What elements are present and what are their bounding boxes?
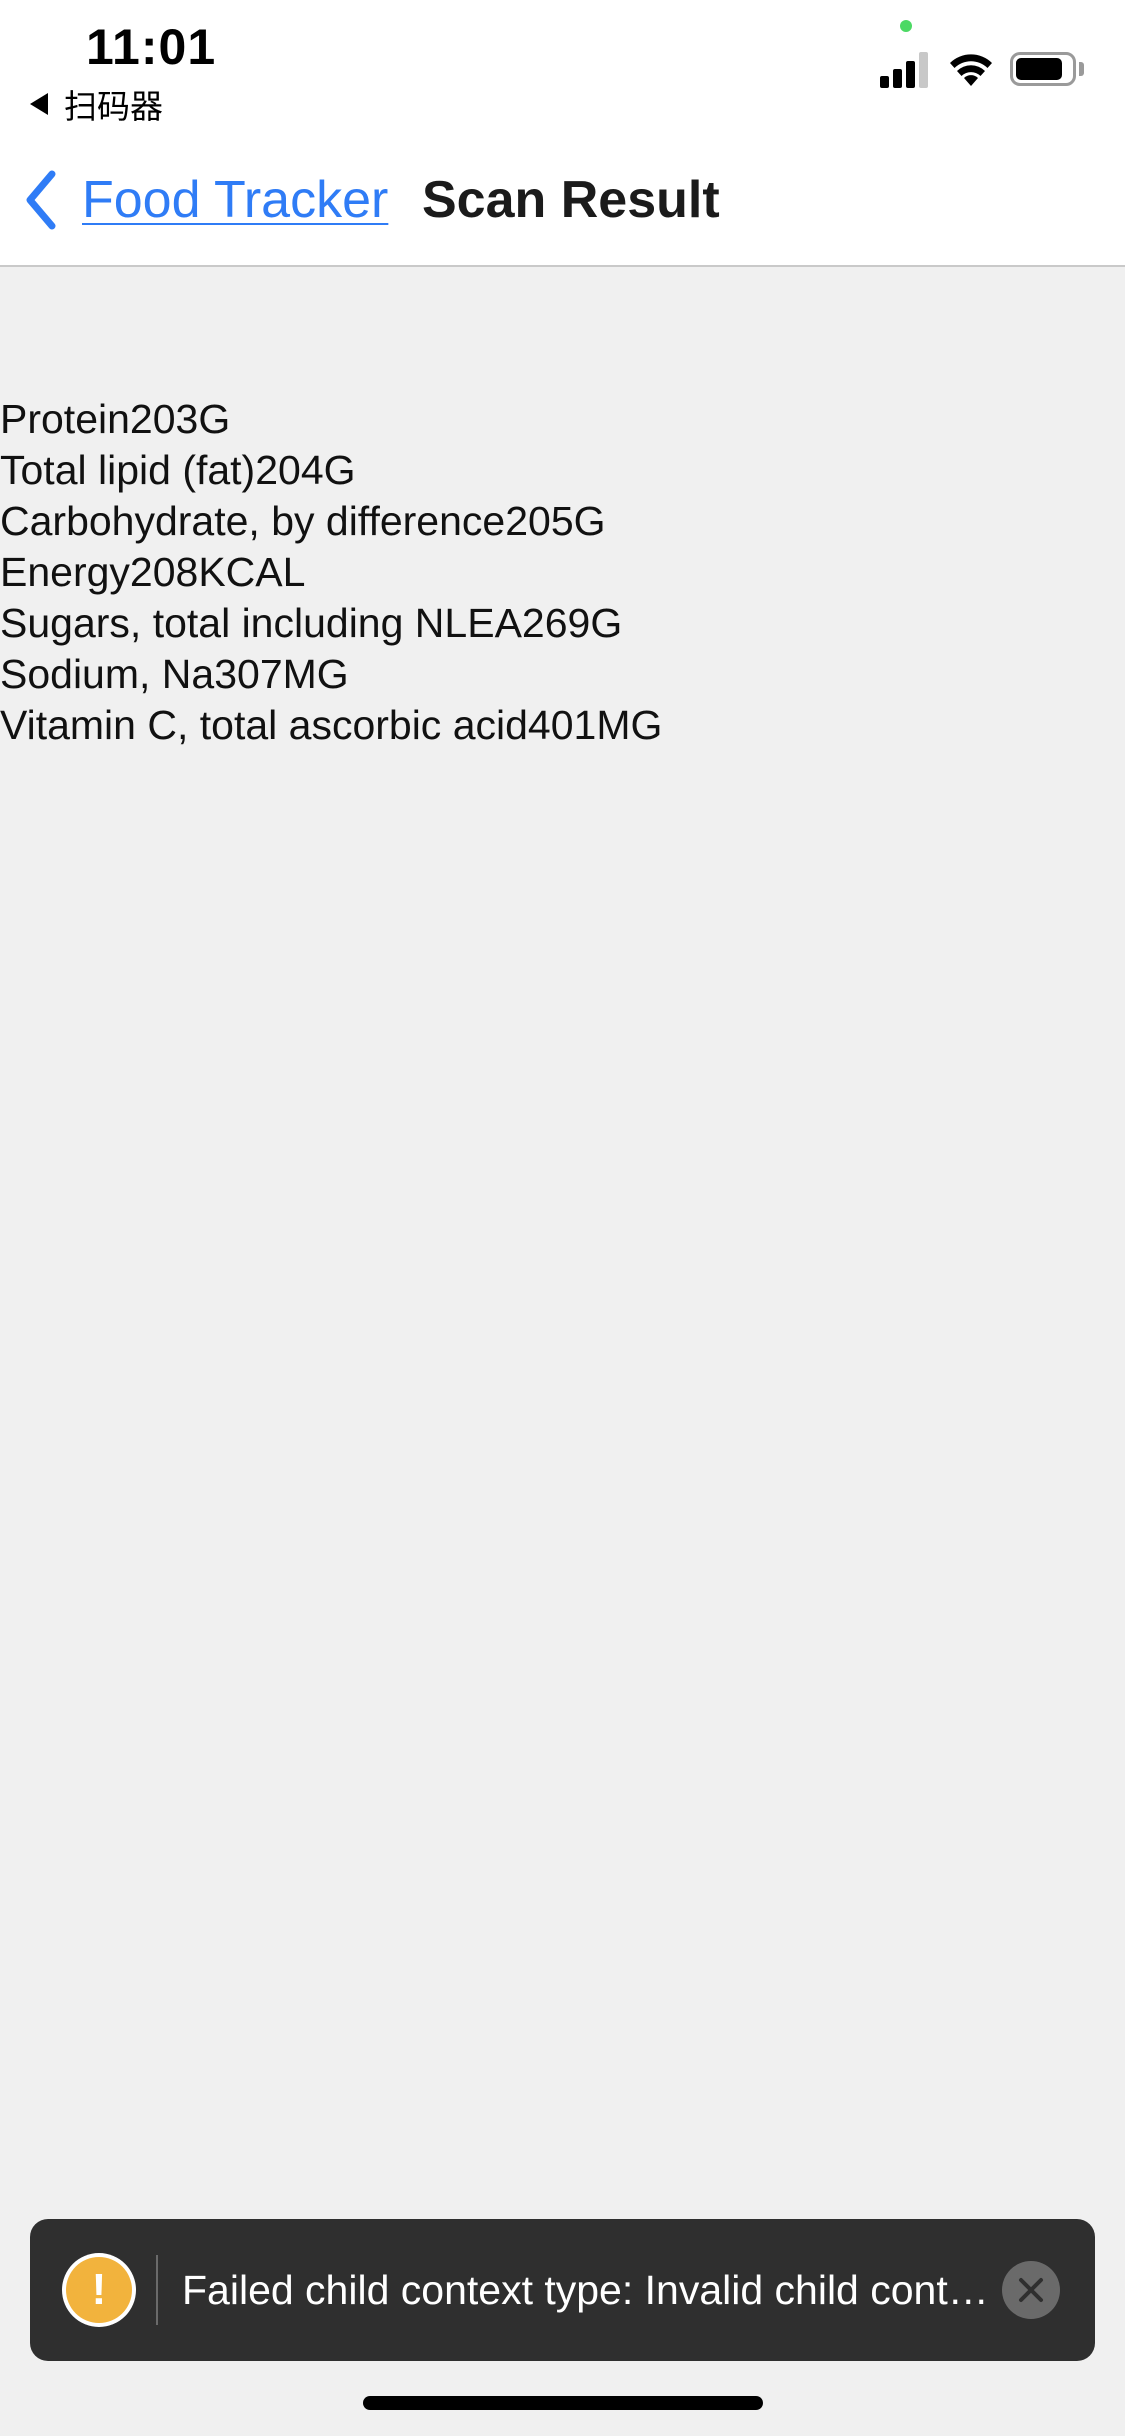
nutrient-row-sugars: Sugars, total including NLEA269G — [0, 600, 623, 646]
warning-icon: ! — [66, 2257, 132, 2323]
page-title: Scan Result — [422, 171, 720, 229]
status-time: 11:01 — [86, 19, 217, 75]
chevron-left-icon — [26, 170, 56, 230]
wifi-icon — [950, 54, 992, 86]
back-triangle-icon — [30, 93, 48, 115]
navigation-bar: Food Tracker Scan Result — [0, 140, 1125, 267]
home-indicator[interactable] — [363, 2396, 763, 2410]
nav-back-label: Food Tracker — [82, 171, 389, 229]
nutrient-row-sodium: Sodium, Na307MG — [0, 651, 349, 697]
toast-close-button[interactable] — [1002, 2261, 1060, 2319]
status-bar: 11:01 扫码器 — [0, 0, 1125, 140]
nutrient-list: Protein203G Total lipid (fat)204G Carboh… — [0, 394, 662, 751]
warning-toast[interactable]: ! Failed child context type: Invalid chi… — [30, 2219, 1095, 2361]
back-to-app-label: 扫码器 — [64, 88, 163, 125]
nutrient-row-energy: Energy208KCAL — [0, 549, 306, 595]
battery-cap — [1079, 62, 1084, 76]
nutrient-row-vitamin-c: Vitamin C, total ascorbic acid401MG — [0, 702, 663, 748]
battery-icon — [1010, 52, 1076, 86]
nutrient-row-protein: Protein203G — [0, 396, 231, 442]
nav-back-button[interactable]: Food Tracker — [24, 170, 388, 230]
camera-in-use-indicator — [900, 20, 912, 32]
back-to-app-button[interactable]: 扫码器 — [30, 80, 163, 128]
cellular-signal-icon — [880, 52, 932, 88]
toast-message[interactable]: Failed child context type: Invalid child… — [182, 2265, 1010, 2315]
close-icon — [1019, 2278, 1043, 2302]
toast-divider — [156, 2255, 158, 2325]
nutrient-row-carbohydrate: Carbohydrate, by difference205G — [0, 498, 606, 544]
nutrient-row-fat: Total lipid (fat)204G — [0, 447, 356, 493]
